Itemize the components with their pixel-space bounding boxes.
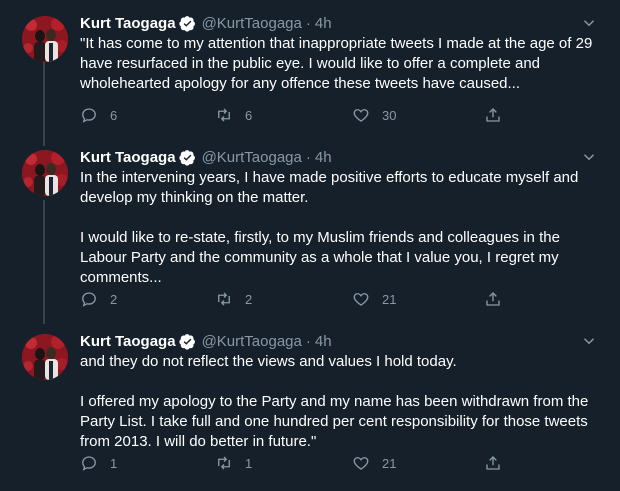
- author-name[interactable]: Kurt Taogaga: [80, 15, 176, 32]
- tweet-actions: 1 1 21: [80, 454, 510, 474]
- like-button[interactable]: 21: [352, 454, 396, 472]
- tweet-text: "It has come to my attention that inappr…: [80, 35, 593, 92]
- share-button[interactable]: [484, 106, 502, 124]
- author-name[interactable]: Kurt Taogaga: [80, 333, 176, 350]
- retweet-button[interactable]: 1: [215, 454, 252, 472]
- author-name[interactable]: Kurt Taogaga: [80, 149, 176, 166]
- avatar[interactable]: [22, 150, 68, 196]
- share-icon: [486, 292, 500, 306]
- retweet-count: 1: [245, 455, 253, 471]
- reply-button[interactable]: 1: [80, 454, 117, 472]
- share-icon: [486, 456, 500, 470]
- reply-icon: [82, 456, 96, 471]
- caret-down-icon[interactable]: [580, 148, 598, 166]
- tweet-header: Kurt Taogaga @KurtTaogaga · 4h: [80, 12, 332, 34]
- tweet-actions: 6 6 30: [80, 106, 510, 126]
- reply-count: 6: [110, 107, 118, 123]
- retweet-button[interactable]: 6: [215, 106, 252, 124]
- like-icon: [353, 293, 369, 306]
- tweet-text: In the intervening years, I have made po…: [80, 169, 579, 286]
- tweet[interactable]: Kurt Taogaga @KurtTaogaga · 4h In the in…: [0, 146, 620, 316]
- tweet-text: and they do not reflect the views and va…: [80, 353, 589, 450]
- share-button[interactable]: [484, 290, 502, 308]
- tweet[interactable]: Kurt Taogaga @KurtTaogaga · 4h "It has c…: [0, 12, 620, 132]
- tweet[interactable]: Kurt Taogaga @KurtTaogaga · 4h and they …: [0, 330, 620, 480]
- timestamp[interactable]: 4h: [315, 149, 332, 166]
- timestamp[interactable]: 4h: [315, 15, 332, 32]
- retweet-count: 6: [245, 107, 253, 123]
- reply-icon: [82, 108, 96, 123]
- tweet-thread: Kurt Taogaga @KurtTaogaga · 4h "It has c…: [0, 0, 620, 491]
- retweet-icon: [218, 108, 230, 122]
- tweet-header: Kurt Taogaga @KurtTaogaga · 4h: [80, 330, 332, 352]
- retweet-icon: [218, 292, 230, 306]
- caret-down-icon[interactable]: [580, 14, 598, 32]
- retweet-icon: [218, 456, 230, 470]
- avatar[interactable]: [22, 16, 68, 62]
- share-button[interactable]: [484, 454, 502, 472]
- separator-dot: ·: [305, 332, 311, 350]
- like-count: 21: [382, 455, 397, 471]
- author-handle[interactable]: @KurtTaogaga: [202, 15, 302, 32]
- reply-button[interactable]: 6: [80, 106, 117, 124]
- like-icon: [353, 109, 369, 122]
- timestamp[interactable]: 4h: [315, 333, 332, 350]
- tweet-actions: 2 2 21: [80, 290, 510, 310]
- like-icon: [353, 457, 369, 470]
- separator-dot: ·: [305, 148, 311, 166]
- reply-count: 1: [110, 455, 118, 471]
- verified-badge-icon: [178, 15, 195, 32]
- retweet-count: 2: [245, 291, 253, 307]
- tweet-header: Kurt Taogaga @KurtTaogaga · 4h: [80, 146, 332, 168]
- avatar[interactable]: [22, 334, 68, 380]
- separator-dot: ·: [305, 14, 311, 32]
- verified-badge-icon: [178, 333, 195, 350]
- like-button[interactable]: 30: [352, 106, 396, 124]
- caret-down-icon[interactable]: [580, 332, 598, 350]
- author-handle[interactable]: @KurtTaogaga: [202, 149, 302, 166]
- verified-badge-icon: [178, 149, 195, 166]
- reply-icon: [82, 292, 96, 307]
- retweet-button[interactable]: 2: [215, 290, 252, 308]
- share-icon: [486, 108, 500, 122]
- like-count: 21: [382, 291, 397, 307]
- reply-button[interactable]: 2: [80, 290, 117, 308]
- like-count: 30: [382, 107, 397, 123]
- reply-count: 2: [110, 291, 118, 307]
- like-button[interactable]: 21: [352, 290, 396, 308]
- author-handle[interactable]: @KurtTaogaga: [202, 333, 302, 350]
